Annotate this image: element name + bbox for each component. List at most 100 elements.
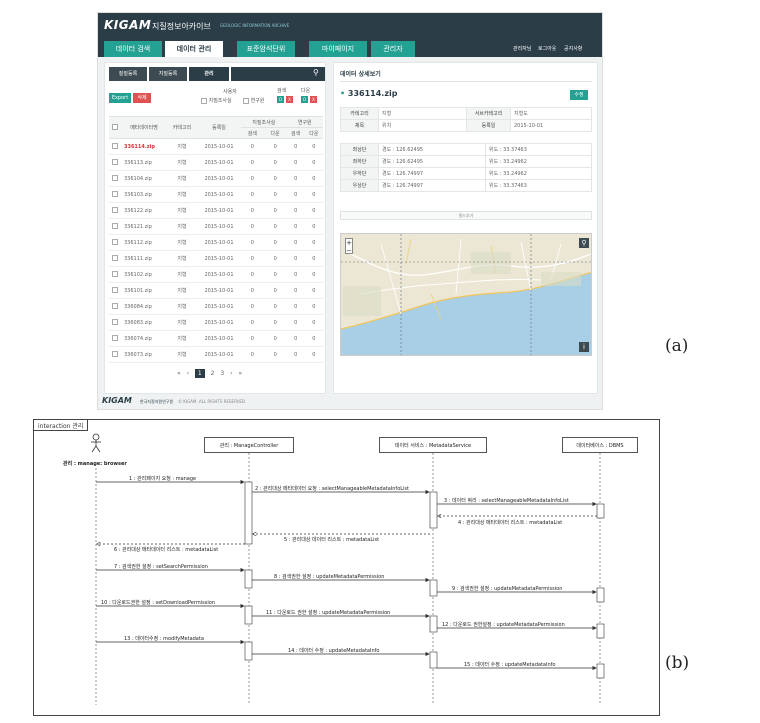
row-res-download[interactable]: 0 [304,154,323,171]
row-name[interactable]: 336103.zip [121,186,167,203]
row-name[interactable]: 336102.zip [121,266,167,283]
row-res-search[interactable]: 0 [286,170,305,187]
row-geo-search[interactable]: 0 [241,346,264,363]
util-notice-link[interactable]: 공지사항 [564,45,582,52]
table-row[interactable]: 336114.zip 지형 2015-10-01 0 0 0 0 [109,138,323,155]
row-checkbox-cell[interactable] [109,138,121,155]
table-row[interactable]: 336104.zip 지형 2015-10-01 0 0 0 0 [109,170,323,187]
search-input[interactable] [231,67,325,81]
row-checkbox[interactable] [112,207,118,214]
row-geo-search[interactable]: 0 [241,298,264,315]
row-geo-download[interactable]: 0 [263,298,287,315]
row-name[interactable]: 336074.zip [121,330,167,347]
corner-longitude[interactable]: 경도 : 126.74997 [378,167,486,180]
row-checkbox[interactable] [112,351,118,358]
row-res-download[interactable]: 0 [304,266,323,283]
row-res-download[interactable]: 0 [304,346,323,363]
tab-manage[interactable]: 관리 [189,67,229,81]
table-row[interactable]: 336113.zip 지형 2015-10-01 0 0 0 0 [109,154,323,171]
row-checkbox-cell[interactable] [109,218,121,235]
page-first[interactable]: « [177,370,181,377]
delete-button[interactable]: 삭제 [133,93,151,103]
row-geo-search[interactable]: 0 [241,330,264,347]
row-res-search[interactable]: 0 [286,282,305,299]
table-row[interactable]: 336111.zip 지형 2015-10-01 0 0 0 0 [109,250,323,267]
util-logout-link[interactable]: 로그아웃 [538,45,556,52]
search-perm-allow-button[interactable]: O [277,96,284,103]
col-category[interactable]: 카테고리 [167,116,197,139]
researcher-checkbox[interactable] [243,97,249,104]
corner-latitude[interactable]: 위도 : 33.37463 [485,143,592,156]
search-perm-deny-button[interactable]: X [286,96,293,103]
row-geo-search[interactable]: 0 [241,234,264,251]
row-checkbox-cell[interactable] [109,330,121,347]
row-geo-download[interactable]: 0 [263,170,287,187]
corner-longitude[interactable]: 경도 : 126.62495 [378,155,486,168]
row-geo-download[interactable]: 0 [263,138,287,155]
col-name[interactable]: 메타데이터명 [121,116,167,139]
row-checkbox[interactable] [112,303,118,310]
row-geo-download[interactable]: 0 [263,202,287,219]
row-name[interactable]: 336121.zip [121,218,167,235]
row-name[interactable]: 336101.zip [121,282,167,299]
table-row[interactable]: 336122.zip 지형 2015-10-01 0 0 0 0 [109,202,323,219]
table-row[interactable]: 336084.zip 지형 2015-10-01 0 0 0 0 [109,298,323,315]
nav-admin[interactable]: 관리자 [371,41,415,57]
row-res-download[interactable]: 0 [304,330,323,347]
row-checkbox-cell[interactable] [109,186,121,203]
row-res-search[interactable]: 0 [286,250,305,267]
row-checkbox[interactable] [112,239,118,246]
row-checkbox[interactable] [112,143,118,150]
row-res-download[interactable]: 0 [304,202,323,219]
table-row[interactable]: 336074.zip 지형 2015-10-01 0 0 0 0 [109,330,323,347]
table-row[interactable]: 336121.zip 지형 2015-10-01 0 0 0 0 [109,218,323,235]
row-geo-download[interactable]: 0 [263,186,287,203]
row-res-download[interactable]: 0 [304,314,323,331]
add-field-button[interactable]: 필드추가 [340,211,592,220]
researcher-filter[interactable]: 연구원 [243,97,264,104]
row-res-download[interactable]: 0 [304,250,323,267]
select-all-cell[interactable] [109,116,121,139]
row-geo-download[interactable]: 0 [263,234,287,251]
zoom-control[interactable]: + − [345,238,353,255]
row-checkbox-cell[interactable] [109,234,121,251]
row-res-download[interactable]: 0 [304,138,323,155]
table-row[interactable]: 336083.zip 지형 2015-10-01 0 0 0 0 [109,314,323,331]
row-res-search[interactable]: 0 [286,218,305,235]
page-2[interactable]: 2 [211,370,215,377]
download-perm-allow-button[interactable]: O [301,96,308,103]
geo-survey-filter[interactable]: 지질조사실 [201,97,232,104]
row-name[interactable]: 336112.zip [121,234,167,251]
row-geo-search[interactable]: 0 [241,266,264,283]
map-search-icon[interactable]: ⚲ [579,238,589,248]
row-res-search[interactable]: 0 [286,138,305,155]
row-res-search[interactable]: 0 [286,202,305,219]
nav-standard-rock[interactable]: 표준암석단위 [237,41,295,57]
row-geo-download[interactable]: 0 [263,154,287,171]
nav-data-manage[interactable]: 데이터 관리 [165,41,223,57]
util-admin-link[interactable]: 관리자님 [513,45,531,52]
row-res-download[interactable]: 0 [304,170,323,187]
row-name[interactable]: 336084.zip [121,298,167,315]
row-res-download[interactable]: 0 [304,234,323,251]
row-checkbox-cell[interactable] [109,346,121,363]
page-prev[interactable]: ‹ [187,370,189,377]
table-row[interactable]: 336101.zip 지형 2015-10-01 0 0 0 0 [109,282,323,299]
row-res-download[interactable]: 0 [304,298,323,315]
row-checkbox-cell[interactable] [109,202,121,219]
page-next[interactable]: › [230,370,232,377]
map-view[interactable]: + − ⚲ i [340,233,592,356]
edit-button[interactable]: 수정 [570,90,588,100]
kigam-logo[interactable]: KIGAM [104,18,151,32]
row-checkbox[interactable] [112,335,118,342]
row-checkbox[interactable] [112,159,118,166]
table-row[interactable]: 336112.zip 지형 2015-10-01 0 0 0 0 [109,234,323,251]
row-name[interactable]: 336113.zip [121,154,167,171]
row-geo-search[interactable]: 0 [241,218,264,235]
row-res-download[interactable]: 0 [304,186,323,203]
row-geo-download[interactable]: 0 [263,250,287,267]
page-1[interactable]: 1 [194,369,205,378]
row-checkbox[interactable] [112,287,118,294]
row-geo-search[interactable]: 0 [241,170,264,187]
row-geo-download[interactable]: 0 [263,266,287,283]
